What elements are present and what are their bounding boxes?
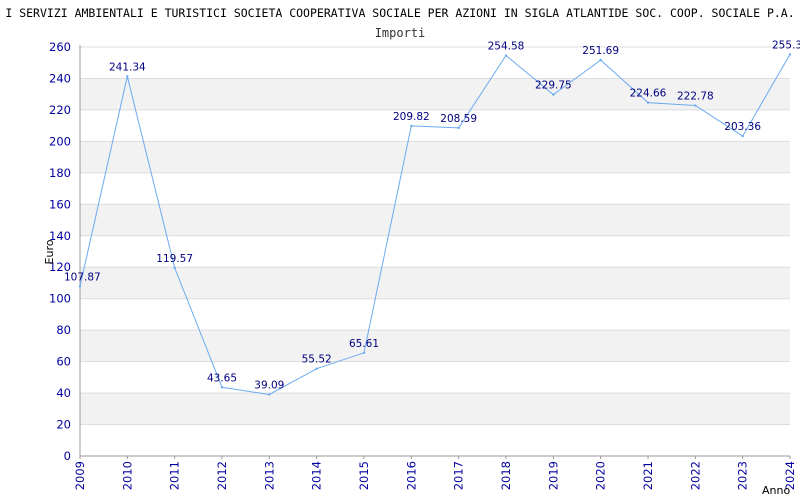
data-label: 224.66 — [630, 88, 667, 100]
data-point — [173, 266, 176, 270]
x-tick-label: 2023 — [736, 461, 750, 490]
x-tick-label: 2017 — [452, 461, 466, 490]
data-label: 222.78 — [677, 91, 714, 103]
data-point — [646, 101, 650, 104]
x-tick-label: 2013 — [262, 461, 276, 490]
x-tick-label: 2012 — [215, 461, 229, 490]
data-point — [599, 58, 602, 62]
y-tick-label: 0 — [64, 449, 71, 463]
y-tick-label: 40 — [56, 386, 71, 400]
data-point — [315, 367, 318, 370]
chart-subtitle: Importi — [375, 26, 426, 40]
grid-band — [80, 330, 790, 362]
y-tick-label: 60 — [56, 355, 71, 369]
y-tick-label: 180 — [49, 166, 71, 180]
data-label: 241.34 — [109, 61, 146, 73]
x-tick-label: 2020 — [594, 461, 608, 490]
data-label: 254.58 — [488, 41, 525, 53]
x-tick-label: 2016 — [404, 461, 418, 490]
y-tick-label: 240 — [49, 71, 71, 85]
data-label: 107.87 — [64, 271, 101, 283]
data-point — [410, 124, 413, 128]
x-tick-label: 2021 — [641, 461, 655, 490]
data-label: 251.69 — [582, 45, 619, 57]
data-label: 203.36 — [724, 121, 761, 133]
x-tick-label: 2010 — [120, 461, 134, 490]
data-label: 55.52 — [302, 354, 332, 366]
data-label: 65.61 — [349, 338, 379, 350]
line-chart: 020406080100120140160180200220240260 200… — [5, 6, 800, 497]
data-point — [268, 393, 271, 396]
data-point — [78, 285, 82, 288]
x-axis-label: Anno — [762, 484, 790, 497]
x-tick-label: 2018 — [499, 461, 513, 490]
x-tick-label: 2022 — [688, 461, 702, 490]
data-point — [552, 93, 555, 96]
data-point — [788, 53, 792, 56]
data-label: 209.82 — [393, 111, 430, 123]
x-tick-label: 2019 — [546, 461, 560, 490]
y-tick-label: 80 — [56, 323, 71, 337]
grid-band — [80, 393, 790, 425]
chart-title: I SERVIZI AMBIENTALI E TURISTICI SOCIETA… — [5, 6, 794, 20]
data-point — [457, 126, 460, 130]
y-tick-label: 220 — [49, 103, 71, 117]
data-point — [504, 54, 508, 57]
x-tick-label: 2015 — [357, 461, 371, 490]
grid-band — [80, 204, 790, 236]
data-label: 229.75 — [535, 80, 572, 92]
data-label: 255.3 — [772, 39, 800, 51]
data-point — [362, 351, 366, 354]
x-tick-label: 2009 — [73, 461, 87, 490]
data-label: 208.59 — [440, 113, 477, 125]
y-tick-label: 260 — [49, 40, 71, 54]
data-label: 43.65 — [207, 372, 237, 384]
y-axis-label: Euro — [43, 239, 56, 264]
y-tick-label: 20 — [56, 418, 71, 432]
data-point — [126, 75, 129, 78]
x-tick-label: 2011 — [168, 461, 182, 490]
data-point — [220, 386, 224, 389]
grid-band — [80, 141, 790, 173]
grid-band — [80, 267, 790, 299]
data-label: 119.57 — [156, 253, 193, 265]
data-point — [741, 134, 744, 138]
y-tick-label: 200 — [49, 134, 71, 148]
y-tick-label: 100 — [49, 292, 71, 306]
data-label: 39.09 — [254, 380, 284, 392]
x-tick-label: 2014 — [310, 461, 324, 490]
y-tick-label: 160 — [49, 197, 71, 211]
data-point — [694, 104, 697, 107]
